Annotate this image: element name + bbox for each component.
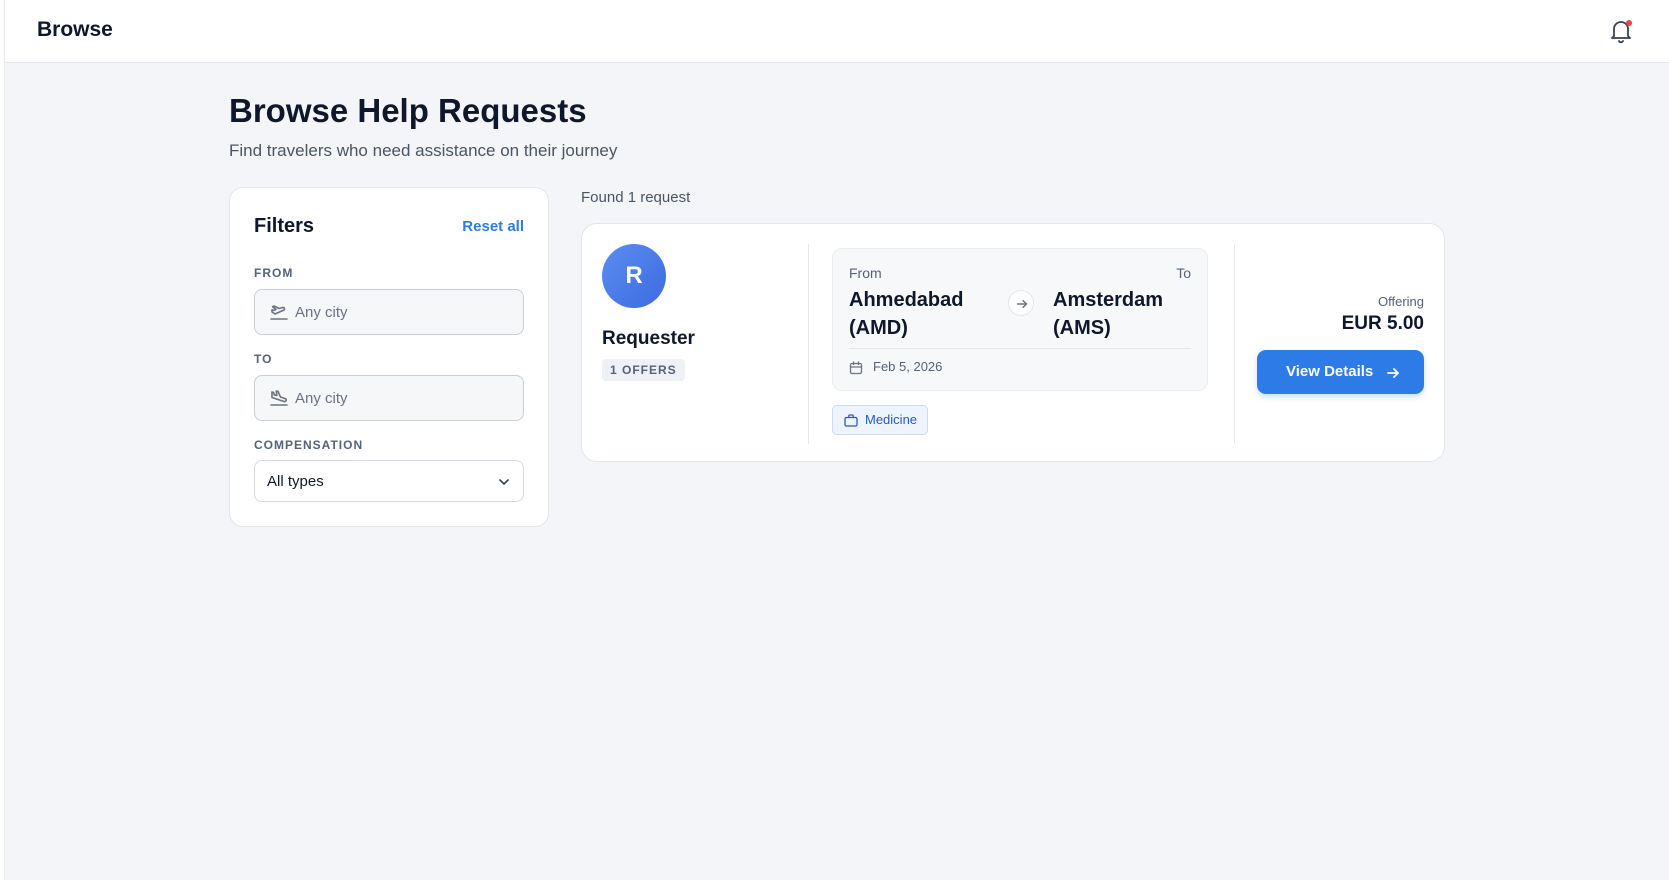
- compensation-value: All types: [267, 473, 324, 490]
- calendar-icon: [849, 361, 863, 375]
- category-label: Medicine: [865, 412, 918, 427]
- view-details-label: View Details: [1286, 363, 1374, 380]
- card-divider: [1234, 244, 1235, 444]
- app-title: Browse: [37, 18, 113, 41]
- filters-title: Filters: [254, 215, 315, 237]
- route-divider: [849, 348, 1191, 349]
- offers-badge: 1 OFFERS: [602, 359, 685, 381]
- to-caption: To: [1176, 265, 1191, 281]
- compensation-select[interactable]: All types: [254, 460, 524, 502]
- avatar: R: [602, 244, 666, 308]
- card-divider: [808, 244, 809, 444]
- plane-landing-icon: [270, 390, 288, 406]
- route-box: From To Ahmedabad (AMD) Amsterdam (AMS) …: [832, 248, 1208, 391]
- page-subtitle: Find travelers who need assistance on th…: [229, 141, 618, 160]
- to-field[interactable]: [254, 375, 524, 421]
- travel-date: Feb 5, 2026: [873, 359, 943, 374]
- results-count: Found 1 request: [581, 189, 691, 206]
- view-details-button[interactable]: View Details: [1257, 350, 1424, 394]
- from-caption: From: [849, 265, 882, 281]
- arrow-right-icon: [1387, 368, 1399, 378]
- to-input[interactable]: [295, 376, 515, 420]
- category-tag: Medicine: [832, 405, 929, 435]
- offering-label: Offering: [1377, 294, 1424, 309]
- briefcase-icon: [844, 414, 858, 427]
- from-label: FROM: [254, 266, 294, 280]
- arrow-right-icon: [1008, 290, 1034, 316]
- offering-amount: EUR 5.00: [1341, 313, 1424, 334]
- request-card[interactable]: R Requester 1 OFFERS From To Ahmedabad (…: [581, 223, 1445, 462]
- page-title: Browse Help Requests: [229, 92, 587, 129]
- destination-city: Amsterdam (AMS): [1053, 289, 1164, 339]
- plane-takeoff-icon: [270, 305, 288, 320]
- chevron-down-icon: [499, 479, 509, 485]
- notification-dot: [1626, 20, 1632, 26]
- compensation-label: COMPENSATION: [254, 438, 364, 452]
- reset-all-button[interactable]: Reset all: [462, 218, 524, 235]
- bell-icon[interactable]: [1609, 18, 1633, 44]
- origin-city: Ahmedabad (AMD): [849, 289, 964, 339]
- from-input[interactable]: [295, 290, 515, 334]
- left-edge: [0, 0, 5, 880]
- to-label: TO: [254, 352, 273, 366]
- top-bar: Browse: [5, 0, 1669, 63]
- filters-panel: Filters Reset all FROM TO COMPENSATION A…: [229, 187, 549, 527]
- requester-name: Requester: [602, 328, 695, 349]
- from-field[interactable]: [254, 289, 524, 335]
